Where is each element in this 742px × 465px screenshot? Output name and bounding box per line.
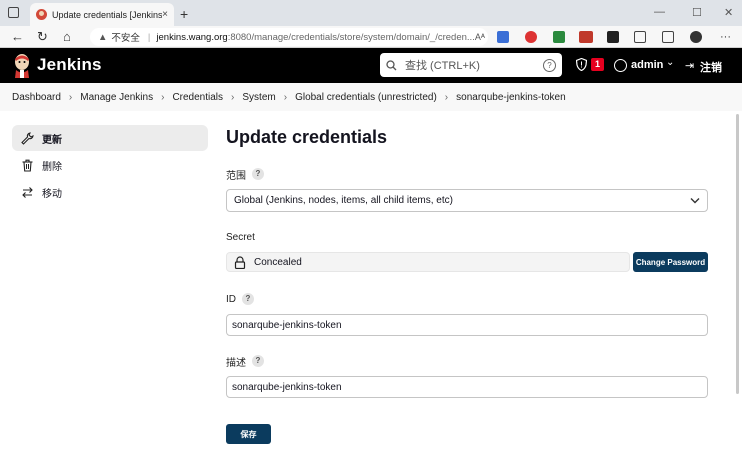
- scrollbar[interactable]: [736, 114, 739, 394]
- browser-tab[interactable]: Update credentials [Jenkins] ×: [30, 3, 174, 26]
- minimize-button[interactable]: —: [654, 6, 665, 18]
- scope-select-value: Global (Jenkins, nodes, items, all child…: [234, 195, 453, 206]
- back-arrow-icon[interactable]: ←: [11, 29, 24, 45]
- more-menu-icon[interactable]: ···: [720, 29, 731, 45]
- url-separator: |: [147, 31, 151, 43]
- sidebar-item-delete[interactable]: 删除: [12, 152, 208, 178]
- read-aloud-icon[interactable]: Aᴬ: [475, 32, 485, 42]
- breadcrumb-item-current[interactable]: sonarqube-jenkins-token: [456, 92, 566, 103]
- breadcrumb-item[interactable]: Dashboard: [12, 92, 61, 103]
- scope-select[interactable]: Global (Jenkins, nodes, items, all child…: [226, 189, 708, 212]
- sidebar-item-move[interactable]: 移动: [12, 179, 208, 205]
- url-path: :8080/manage/credentials/store/system/do…: [227, 31, 475, 43]
- sidebar-item-label: 删除: [42, 161, 62, 173]
- secret-label-text: Secret: [226, 231, 255, 243]
- logout-icon[interactable]: ⇥: [685, 59, 694, 72]
- jenkins-favicon-icon: [36, 9, 47, 20]
- user-icon: [614, 59, 627, 72]
- chevron-down-icon: [690, 198, 700, 204]
- translate-extension-icon[interactable]: [497, 31, 509, 43]
- extension-badge-icon[interactable]: [579, 31, 593, 43]
- tab-close-icon[interactable]: ×: [162, 9, 168, 20]
- breadcrumb: Dashboard › Manage Jenkins › Credentials…: [0, 83, 742, 111]
- chevron-right-icon: ›: [444, 91, 449, 103]
- trash-icon: [22, 159, 33, 172]
- maximize-button[interactable]: ☐: [692, 6, 702, 19]
- tab-title: Update credentials [Jenkins]: [52, 9, 163, 20]
- search-box[interactable]: 查找 (CTRL+K) ?: [380, 53, 562, 77]
- url-field[interactable]: ▲ 不安全 | jenkins.wang.org :8080/manage/cr…: [90, 28, 488, 46]
- jenkins-header: Jenkins 查找 (CTRL+K) ? 1 admin ⌄ ⇥ 注销: [0, 48, 742, 83]
- window-close-button[interactable]: ✕: [724, 6, 733, 19]
- extensions-puzzle-icon[interactable]: [634, 31, 646, 43]
- help-icon[interactable]: ?: [252, 168, 264, 180]
- description-input[interactable]: sonarqube-jenkins-token: [226, 376, 708, 398]
- chevron-right-icon: ›: [283, 91, 288, 103]
- id-input[interactable]: sonarqube-jenkins-token: [226, 314, 708, 336]
- id-label-text: ID: [226, 293, 236, 305]
- alert-count-badge[interactable]: 1: [591, 58, 604, 71]
- help-icon[interactable]: ?: [242, 293, 254, 305]
- insecure-label: 不安全: [111, 33, 140, 44]
- description-label: 描述 ?: [226, 354, 708, 369]
- scope-label-text: 范围: [226, 170, 246, 182]
- sidebar-item-update[interactable]: 更新: [12, 125, 208, 151]
- search-input[interactable]: 查找 (CTRL+K): [405, 57, 543, 73]
- save-row: 保存: [226, 424, 708, 444]
- change-password-button[interactable]: Change Password: [633, 252, 708, 272]
- chevron-right-icon: ›: [161, 91, 165, 103]
- home-icon[interactable]: ⌂: [63, 29, 71, 45]
- shield-icon[interactable]: [576, 58, 587, 71]
- refresh-icon[interactable]: ↻: [37, 29, 48, 45]
- secret-value: Concealed: [254, 256, 302, 268]
- search-help-icon[interactable]: ?: [543, 58, 556, 72]
- breadcrumb-item[interactable]: Global credentials (unrestricted): [295, 92, 437, 103]
- breadcrumb-item[interactable]: System: [242, 92, 275, 103]
- scope-label: 范围 ?: [226, 167, 708, 182]
- wrench-icon: [21, 131, 34, 145]
- profile-avatar-icon[interactable]: [690, 31, 702, 43]
- save-button[interactable]: 保存: [226, 424, 271, 444]
- lock-icon: [234, 255, 246, 269]
- warning-icon: ▲: [98, 31, 108, 43]
- user-menu-button[interactable]: admin: [631, 59, 663, 71]
- sidebar-item-label: 移动: [42, 188, 62, 200]
- extension-icon[interactable]: [607, 31, 619, 43]
- chevron-down-icon[interactable]: ⌄: [666, 57, 674, 68]
- id-label: ID ?: [226, 292, 708, 306]
- move-icon: [22, 186, 33, 198]
- chevron-right-icon: ›: [231, 91, 235, 103]
- browser-tab-bar: Update credentials [Jenkins] × + — ☐ ✕: [0, 0, 742, 26]
- collections-icon[interactable]: [662, 31, 674, 43]
- new-tab-button[interactable]: +: [180, 6, 188, 22]
- jenkins-logo-icon[interactable]: [12, 53, 32, 78]
- chevron-right-icon: ›: [68, 91, 73, 103]
- secret-row: Concealed Change Password: [226, 252, 708, 272]
- search-icon: [386, 59, 397, 70]
- help-icon[interactable]: ?: [252, 355, 264, 367]
- sidebar: 更新 删除 移动: [12, 125, 208, 206]
- extension-icon[interactable]: [553, 31, 565, 43]
- url-host: jenkins.wang.org: [156, 31, 228, 43]
- sidebar-item-label: 更新: [42, 134, 62, 146]
- extension-icon[interactable]: [525, 31, 537, 43]
- breadcrumb-item[interactable]: Credentials: [172, 92, 223, 103]
- logout-link[interactable]: 注销: [700, 59, 722, 75]
- tab-actions-icon[interactable]: [8, 7, 19, 18]
- description-label-text: 描述: [226, 357, 246, 369]
- breadcrumb-item[interactable]: Manage Jenkins: [80, 92, 153, 103]
- secret-field: Concealed: [226, 252, 630, 272]
- address-bar-row: ← ↻ ⌂ ▲ 不安全 | jenkins.wang.org :8080/man…: [0, 26, 742, 48]
- jenkins-title[interactable]: Jenkins: [37, 55, 102, 75]
- secret-label: Secret: [226, 230, 708, 244]
- main-content: Update credentials 范围 ? Global (Jenkins,…: [226, 127, 708, 444]
- page-title: Update credentials: [226, 127, 388, 147]
